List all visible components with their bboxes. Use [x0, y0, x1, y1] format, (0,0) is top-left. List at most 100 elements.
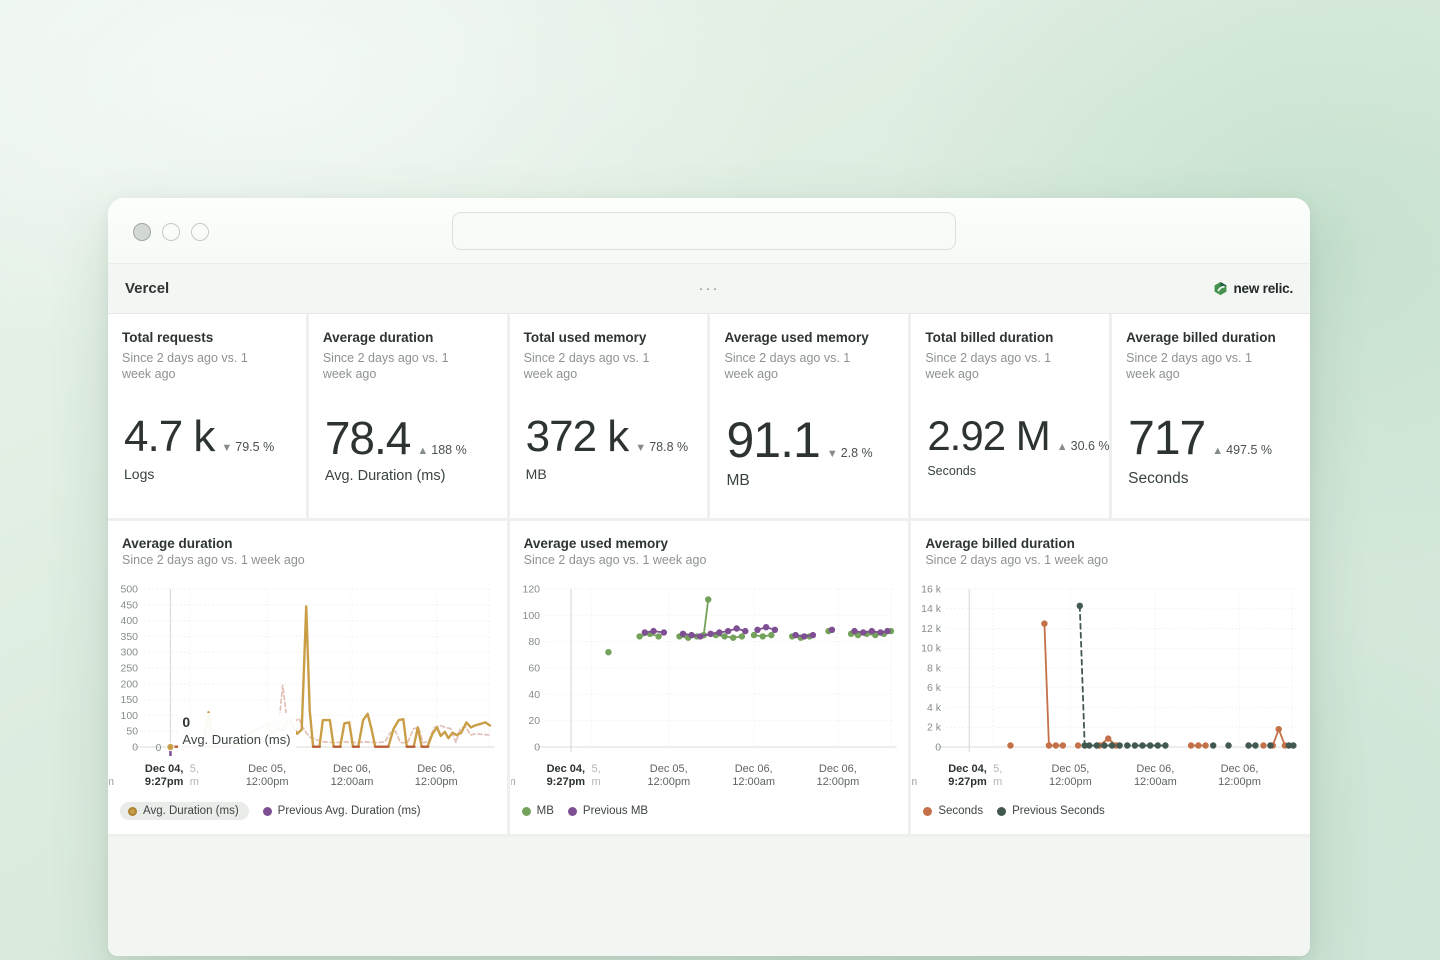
stat-card-unit-label: MB — [726, 472, 900, 490]
x-axis-covered-tick: 5,m — [591, 763, 600, 789]
tooltip-value: 0 — [182, 714, 290, 730]
window-controls — [133, 223, 209, 241]
chart-tooltip: 0Avg. Duration (ms) — [178, 713, 295, 750]
data-point-previous-seconds — [1155, 742, 1161, 748]
y-axis-label: 8 k — [927, 663, 942, 675]
stat-card-average-billed-duration[interactable]: Average billed durationSince 2 days ago … — [1112, 314, 1310, 518]
legend-item-previous-seconds[interactable]: Previous Seconds — [997, 805, 1105, 817]
chart-card-average-duration[interactable]: Average durationSince 2 days ago vs. 1 w… — [108, 521, 507, 834]
x-axis-covered-tick: 5,m — [190, 763, 199, 789]
stat-card-average-duration[interactable]: Average durationSince 2 days ago vs. 1 w… — [309, 314, 507, 518]
data-point-previous-mb — [679, 631, 685, 637]
legend-label: Avg. Duration (ms) — [143, 805, 239, 817]
x-axis-tick: Dec 06,12:00am — [732, 763, 775, 789]
data-point-previous-mb — [801, 633, 807, 639]
chart-plot-area[interactable]: 120100806040200 — [510, 575, 909, 761]
y-axis-label: 500 — [121, 584, 139, 596]
x-axis-tick: Dec 06,12:00pm — [415, 763, 458, 789]
dashboard-board: Total requests Since 2 days ago vs. 1 wee… — [108, 314, 1310, 956]
data-point-seconds — [1042, 620, 1048, 626]
more-menu-button[interactable]: ··· — [699, 284, 720, 294]
stat-card-average-used-memory[interactable]: Average used memorySince 2 days ago vs. … — [710, 314, 908, 518]
stat-card-total-used-memory[interactable]: Total used memorySince 2 days ago vs. 1 … — [510, 314, 708, 518]
chart-subtitle: Since 2 days ago vs. 1 week ago — [122, 552, 493, 569]
stat-card-total-billed-duration[interactable]: Total billed durationSince 2 days ago vs… — [911, 314, 1109, 518]
y-axis-label: 400 — [121, 615, 139, 627]
data-point-previous-mb — [877, 629, 883, 635]
window-close-button[interactable] — [133, 223, 151, 241]
x-axis-tick: Dec 06,12:00am — [331, 763, 374, 789]
x-axis-tick: Dec 05,12:00pm — [1049, 763, 1092, 789]
stat-card-delta: ▲188 % — [417, 443, 466, 457]
legend-item-avg-duration-ms[interactable]: Avg. Duration (ms) — [120, 802, 249, 820]
stat-card-title: Total requests — [122, 330, 272, 347]
y-axis-label: 300 — [121, 647, 139, 659]
legend-item-previous-avg-duration-ms[interactable]: Previous Avg. Duration (ms) — [263, 805, 421, 817]
data-point-previous-mb — [884, 628, 890, 634]
y-axis-label: 12 k — [922, 623, 943, 635]
data-point-previous-mb — [660, 629, 666, 635]
y-axis-label: 40 — [528, 689, 540, 701]
stat-card-unit-label: Seconds — [1128, 470, 1302, 488]
stat-card-title: Average duration — [323, 330, 473, 347]
chart-header: Average used memorySince 2 days ago vs. … — [524, 535, 895, 569]
series-line-previous-seconds — [1080, 606, 1085, 746]
chart-plot-area[interactable]: 5004504003503002502001501005000 — [108, 575, 507, 761]
chart-legend: Avg. Duration (ms) Previous Avg. Duration… — [120, 799, 507, 823]
y-axis-label: 50 — [126, 726, 138, 738]
x-axis-hover-tick: Dec 04,9:27pm — [544, 763, 589, 789]
window-maximize-button[interactable] — [191, 223, 209, 241]
data-point-previous-seconds — [1109, 742, 1115, 748]
stat-card-delta: ▼79.5 % — [221, 440, 274, 454]
stat-card-value: 2.92 M — [927, 415, 1049, 457]
x-axis-tick: Dec 06,12:00am — [1134, 763, 1177, 789]
y-axis-label: 200 — [121, 678, 139, 690]
chart-header: Average durationSince 2 days ago vs. 1 w… — [122, 535, 493, 569]
data-point-seconds — [1060, 742, 1066, 748]
data-point-seconds — [1188, 742, 1194, 748]
chart-header: Average billed durationSince 2 days ago … — [925, 535, 1296, 569]
page-title: Vercel — [125, 280, 169, 297]
legend-label: Seconds — [938, 805, 983, 817]
legend-dot-icon — [997, 807, 1006, 816]
data-point-previous-seconds — [1147, 742, 1153, 748]
window-minimize-button[interactable] — [162, 223, 180, 241]
legend-dot-icon — [128, 807, 137, 816]
y-axis-label: 100 — [522, 610, 540, 622]
data-point-mb — [655, 633, 661, 639]
y-axis-label: 350 — [121, 631, 139, 643]
data-point-previous-mb — [688, 632, 694, 638]
stat-card-title: Total billed duration — [925, 330, 1075, 347]
legend-item-mb[interactable]: MB — [522, 805, 554, 817]
chart-card-average-billed-duration[interactable]: Average billed durationSince 2 days ago … — [911, 521, 1310, 834]
data-point-previous-seconds — [1210, 742, 1216, 748]
brand-logo: new relic. — [1213, 281, 1293, 296]
stat-card-value-line: 4.7 k▼79.5 % — [124, 415, 298, 459]
stat-card-delta-percent: 2.8 % — [841, 446, 873, 460]
new-relic-icon — [1213, 281, 1228, 296]
y-axis-label: 80 — [528, 636, 540, 648]
chart-plot-area[interactable]: 16 k14 k12 k10 k8 k6 k4 k2 k0 — [911, 575, 1310, 761]
y-axis-label: 2 k — [927, 722, 942, 734]
down-arrow-icon: ▼ — [827, 448, 838, 460]
browser-window: Vercel ··· new relic. Total requests Sinc… — [108, 198, 1310, 956]
stat-card-total-requests[interactable]: Total requestsSince 2 days ago vs. 1 wee… — [108, 314, 306, 518]
legend-label: Previous Seconds — [1012, 805, 1105, 817]
stat-card-value-line: 2.92 M▲30.6 % — [927, 415, 1101, 457]
url-bar[interactable] — [452, 212, 956, 250]
legend-dot-icon — [568, 807, 577, 816]
stat-card-unit-label: Seconds — [927, 464, 1101, 478]
legend-item-previous-mb[interactable]: Previous MB — [568, 805, 648, 817]
chart-card-average-used-memory[interactable]: Average used memorySince 2 days ago vs. … — [510, 521, 909, 834]
stat-card-value-line: 717▲497.5 % — [1128, 415, 1302, 463]
y-axis-label: 0 — [132, 742, 138, 754]
y-axis-label: 6 k — [927, 682, 942, 694]
y-axis-label: 100 — [121, 710, 139, 722]
stat-card-delta: ▼2.8 % — [827, 446, 873, 460]
data-point-mb — [768, 632, 774, 638]
chart-legend: MB Previous MB — [522, 799, 909, 823]
chart-subtitle: Since 2 days ago vs. 1 week ago — [925, 552, 1296, 569]
legend-item-seconds[interactable]: Seconds — [923, 805, 983, 817]
data-point-mb — [750, 632, 756, 638]
data-point-previous-seconds — [1268, 742, 1274, 748]
